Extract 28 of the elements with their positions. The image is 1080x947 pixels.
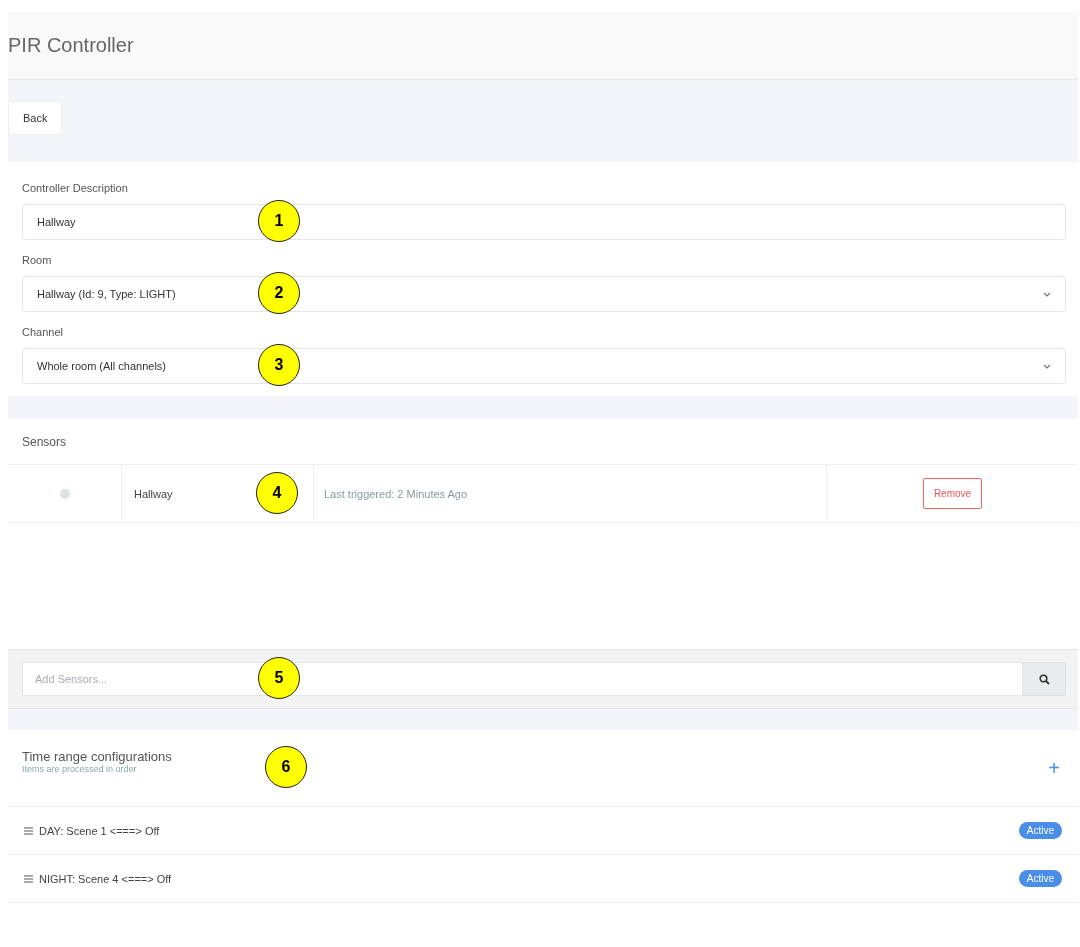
- callout-marker: 6: [265, 746, 307, 788]
- section-title: Time range configurations: [22, 748, 172, 764]
- field-label: Room: [22, 254, 53, 266]
- status-badge: Active: [1018, 822, 1062, 839]
- section-title: Sensors: [8, 419, 1078, 465]
- item-label: NIGHT: Scene 4 <===> Off: [39, 872, 173, 885]
- callout-marker: 4: [256, 471, 298, 514]
- search-button[interactable]: [1022, 662, 1066, 696]
- field-label: Channel: [22, 326, 64, 338]
- drag-handle-icon: [24, 826, 33, 835]
- sensor-name: Hallway: [134, 487, 173, 500]
- item-label: DAY: Scene 1 <===> Off: [39, 824, 161, 837]
- back-button[interactable]: Back: [8, 101, 63, 135]
- chevron-down-icon: [1043, 363, 1051, 369]
- remove-button[interactable]: Remove: [922, 478, 983, 509]
- callout-marker: 5: [258, 657, 300, 699]
- status-badge: Active: [1018, 870, 1062, 887]
- search-icon: [1038, 673, 1050, 685]
- list-item[interactable]: NIGHT: Scene 4 <===> Off Active: [8, 855, 1078, 903]
- page-title: PIR Controller: [8, 34, 134, 57]
- field-label: Controller Description: [22, 182, 129, 194]
- drag-handle-icon: [24, 874, 33, 883]
- select-value: Hallway (Id: 9, Type: LIGHT): [37, 288, 176, 300]
- chevron-down-icon: [1043, 291, 1051, 297]
- section-subtitle: Items are processed in order: [22, 763, 137, 774]
- last-triggered-text: Last triggered: 2 Minutes Ago: [324, 487, 468, 500]
- list-item[interactable]: DAY: Scene 1 <===> Off Active: [8, 807, 1078, 855]
- select-value: Whole room (All channels): [37, 360, 166, 372]
